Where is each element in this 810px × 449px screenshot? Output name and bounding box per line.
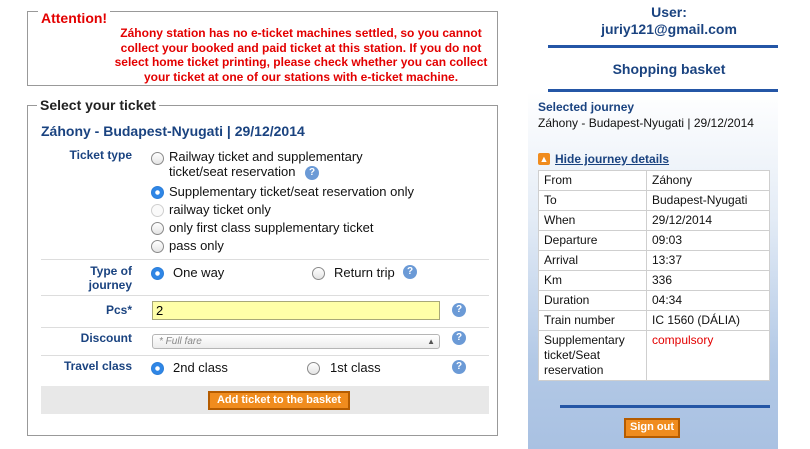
shopping-basket-title: Shopping basket <box>612 61 726 77</box>
table-row: Duration 04:34 <box>538 290 770 311</box>
ticket-type-help-icon[interactable]: ? <box>305 166 319 180</box>
detail-key: Departure <box>538 230 647 251</box>
discount-help-icon[interactable]: ? <box>452 331 466 345</box>
detail-key: Supplementary ticket/Seat reservation <box>538 330 647 381</box>
detail-value: 13:37 <box>646 250 770 271</box>
detail-value: 29/12/2014 <box>646 210 770 231</box>
select-arrows-icon: ▲ <box>427 337 435 346</box>
return-trip-label: Return trip <box>334 265 395 280</box>
travel-class-help-icon[interactable]: ? <box>452 360 466 374</box>
ticket-type-radio-1[interactable] <box>151 186 164 199</box>
journey-details-table: From Záhony To Budapest-Nyugati When 29/12/… <box>538 170 770 381</box>
ticket-type-option-1: Supplementary ticket/seat reservation on… <box>169 184 414 199</box>
table-row: Supplementary ticket/Seat reservation com… <box>538 330 770 381</box>
attention-message: Záhony station has no e-ticket machines … <box>114 26 488 84</box>
table-row: To Budapest-Nyugati <box>538 190 770 211</box>
divider <box>548 45 778 48</box>
journey-type-help-icon[interactable]: ? <box>403 265 417 279</box>
ticket-type-radio-3[interactable] <box>151 222 164 235</box>
pcs-label: Pcs* <box>105 303 132 317</box>
pcs-help-icon[interactable]: ? <box>452 303 466 317</box>
divider <box>560 405 770 408</box>
detail-key: Km <box>538 270 647 291</box>
table-row: Departure 09:03 <box>538 230 770 251</box>
selected-journey-heading: Selected journey <box>538 100 635 114</box>
detail-key: Train number <box>538 310 647 331</box>
detail-key: To <box>538 190 647 211</box>
separator <box>41 295 489 296</box>
detail-key: From <box>538 170 647 191</box>
detail-value: compulsory <box>646 330 770 381</box>
detail-value: 336 <box>646 270 770 291</box>
separator <box>41 259 489 260</box>
pcs-input[interactable] <box>152 301 440 320</box>
table-row: When 29/12/2014 <box>538 210 770 231</box>
detail-value: Budapest-Nyugati <box>646 190 770 211</box>
attention-title: Attention! <box>38 10 111 26</box>
add-button-strip: Add ticket to the basket <box>41 386 489 414</box>
table-row: From Záhony <box>538 170 770 191</box>
detail-key: When <box>538 210 647 231</box>
ticket-type-option-2: railway ticket only <box>169 202 271 217</box>
detail-value: Záhony <box>646 170 770 191</box>
select-ticket-panel: Select your ticket Záhony - Budapest-Nyu… <box>27 97 498 436</box>
select-ticket-legend: Select your ticket <box>37 97 159 113</box>
collapse-icon[interactable]: ▲ <box>538 153 550 165</box>
hide-journey-details-link[interactable]: Hide journey details <box>555 152 669 166</box>
table-row: Train number IC 1560 (DÁLIA) <box>538 310 770 331</box>
separator <box>41 327 489 328</box>
journey-title: Záhony - Budapest-Nyugati | 29/12/2014 <box>41 123 305 139</box>
sign-out-button[interactable]: Sign out <box>624 418 680 438</box>
detail-key: Duration <box>538 290 647 311</box>
sidebar: User: juriy121@gmail.com Shopping basket… <box>528 0 810 449</box>
discount-select[interactable]: * Full fare ▲ <box>152 334 440 349</box>
journey-type-label: Type of journey <box>88 264 132 292</box>
user-label: User: <box>651 4 687 20</box>
ticket-type-option-0: Railway ticket and supplementary ticket/… <box>169 149 363 179</box>
one-way-radio[interactable] <box>151 267 164 280</box>
selected-journey-text: Záhony - Budapest-Nyugati | 29/12/2014 <box>538 116 754 130</box>
ticket-type-radio-4[interactable] <box>151 240 164 253</box>
second-class-radio[interactable] <box>151 362 164 375</box>
attention-box: Attention! Záhony station has no e-ticke… <box>27 10 498 86</box>
add-to-basket-button[interactable]: Add ticket to the basket <box>208 391 350 410</box>
table-row: Km 336 <box>538 270 770 291</box>
one-way-label: One way <box>173 265 225 280</box>
first-class-label: 1st class <box>330 360 381 375</box>
detail-value: 09:03 <box>646 230 770 251</box>
travel-class-label: Travel class <box>63 359 132 373</box>
return-trip-radio[interactable] <box>312 267 325 280</box>
table-row: Arrival 13:37 <box>538 250 770 271</box>
ticket-type-radio-2[interactable] <box>151 204 164 217</box>
discount-value: * Full fare <box>159 336 202 347</box>
ticket-type-radio-0[interactable] <box>151 152 164 165</box>
ticket-type-label: Ticket type <box>69 148 132 162</box>
separator <box>41 355 489 356</box>
detail-value: 04:34 <box>646 290 770 311</box>
ticket-type-option-4: pass only <box>169 238 224 253</box>
ticket-type-option-3: only first class supplementary ticket <box>169 220 374 235</box>
second-class-label: 2nd class <box>173 360 228 375</box>
detail-value: IC 1560 (DÁLIA) <box>646 310 770 331</box>
discount-label: Discount <box>80 331 132 345</box>
detail-key: Arrival <box>538 250 647 271</box>
user-email: juriy121@gmail.com <box>601 21 737 37</box>
first-class-radio[interactable] <box>307 362 320 375</box>
